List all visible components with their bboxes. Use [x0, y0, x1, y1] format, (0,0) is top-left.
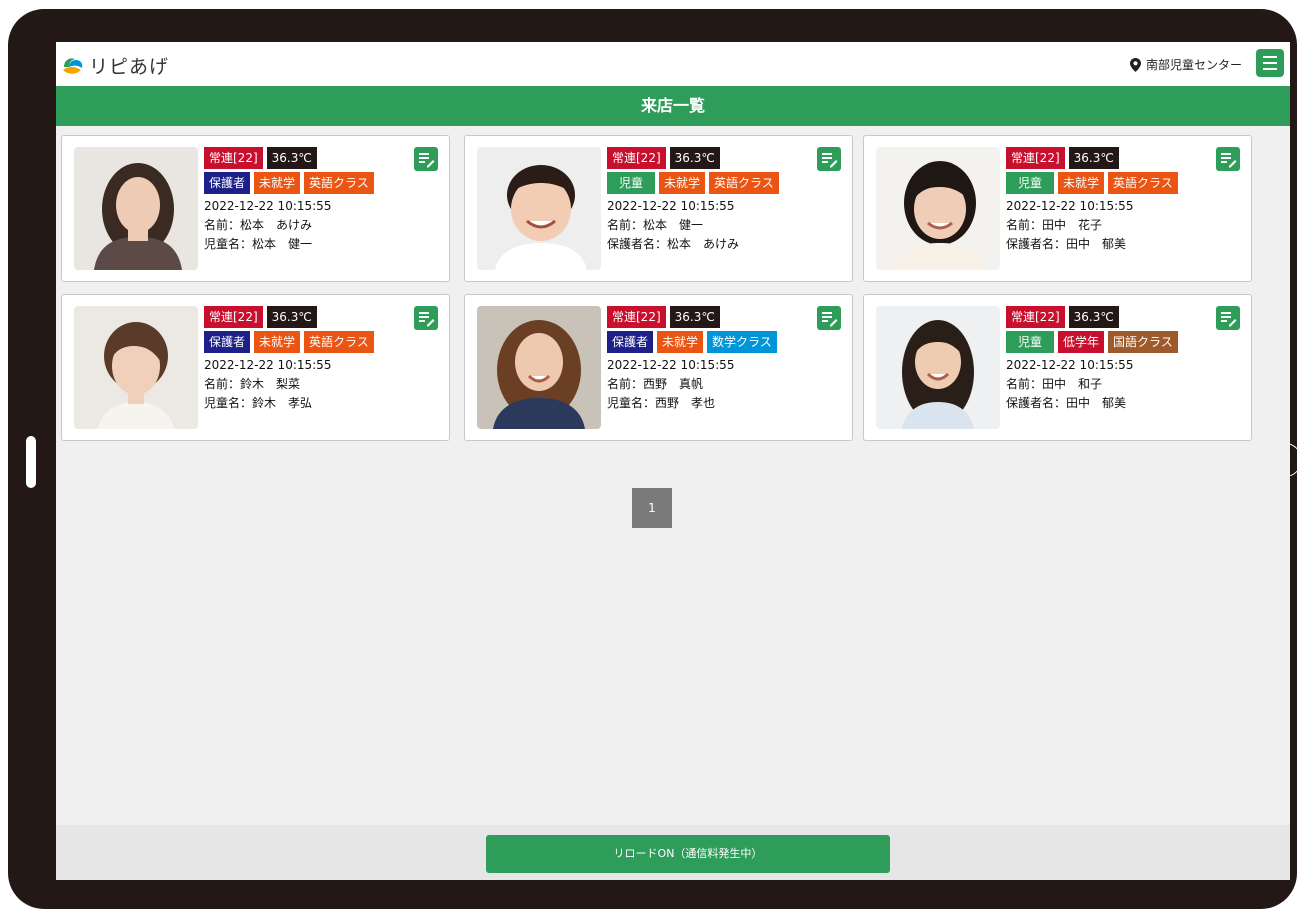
visit-card[interactable]: 常連[22] 36.3℃ 児童 未就学 英語クラス 2022-12-22 10:… [863, 135, 1252, 282]
visit-card[interactable]: 常連[22] 36.3℃ 保護者 未就学 英語クラス 2022-12-22 10… [61, 135, 450, 282]
app-screen: リピあげ 南部児童センター 来店一覧 常連[22] 36.3℃ 保護者 未就学 … [56, 42, 1290, 880]
related-person-name: 保護者名：松本 あけみ [607, 237, 740, 251]
person-type-badge: 児童 [1006, 331, 1055, 353]
class-badge: 英語クラス [304, 331, 374, 353]
visit-card[interactable]: 常連[22] 36.3℃ 児童 低学年 国語クラス 2022-12-22 10:… [863, 294, 1252, 441]
visit-datetime: 2022-12-22 10:15:55 [204, 358, 332, 372]
regular-visits-badge: 常連[22] [607, 306, 666, 328]
temperature-badge: 36.3℃ [266, 306, 317, 328]
temperature-badge: 36.3℃ [669, 306, 720, 328]
school-stage-badge: 未就学 [254, 172, 301, 194]
temperature-badge: 36.3℃ [1068, 147, 1119, 169]
related-person-name: 児童名：鈴木 孝弘 [204, 396, 313, 410]
person-type-badge: 保護者 [204, 331, 251, 353]
school-stage-badge: 低学年 [1058, 331, 1105, 353]
page-title: 来店一覧 [56, 86, 1290, 126]
app-logo[interactable]: リピあげ [61, 52, 169, 79]
reload-toggle-button[interactable]: リロードON（通信料発生中） [486, 835, 890, 873]
visit-datetime: 2022-12-22 10:15:55 [204, 199, 332, 213]
related-person-name: 保護者名：田中 郁美 [1006, 237, 1127, 251]
regular-visits-badge: 常連[22] [607, 147, 666, 169]
edit-note-icon[interactable] [414, 306, 438, 330]
school-stage-badge: 未就学 [659, 172, 706, 194]
person-photo [477, 147, 601, 270]
visit-card[interactable]: 常連[22] 36.3℃ 保護者 未就学 数学クラス 2022-12-22 10… [464, 294, 853, 441]
edit-note-icon[interactable] [1216, 147, 1240, 171]
footer-bar: リロードON（通信料発生中） [56, 825, 1290, 880]
school-stage-badge: 未就学 [1058, 172, 1105, 194]
top-bar: リピあげ 南部児童センター [56, 42, 1290, 86]
regular-visits-badge: 常連[22] [1006, 306, 1065, 328]
side-button [26, 436, 36, 488]
related-person-name: 児童名：西野 孝也 [607, 396, 716, 410]
person-name: 名前：松本 あけみ [204, 218, 313, 232]
edit-note-icon[interactable] [414, 147, 438, 171]
regular-visits-badge: 常連[22] [204, 306, 263, 328]
class-badge: 英語クラス [1108, 172, 1178, 194]
person-type-badge: 保護者 [204, 172, 251, 194]
person-name: 名前：松本 健一 [607, 218, 704, 232]
person-photo [74, 306, 198, 429]
visit-datetime: 2022-12-22 10:15:55 [1006, 358, 1134, 372]
temperature-badge: 36.3℃ [1068, 306, 1119, 328]
class-badge: 国語クラス [1108, 331, 1178, 353]
related-person-name: 児童名：松本 健一 [204, 237, 313, 251]
edit-note-icon[interactable] [1216, 306, 1240, 330]
person-name: 名前：田中 和子 [1006, 377, 1103, 391]
person-photo [876, 306, 1000, 429]
visit-datetime: 2022-12-22 10:15:55 [607, 358, 735, 372]
temperature-badge: 36.3℃ [266, 147, 317, 169]
pagination-page-1[interactable]: 1 [632, 488, 672, 528]
edit-note-icon[interactable] [817, 147, 841, 171]
related-person-name: 保護者名：田中 郁美 [1006, 396, 1127, 410]
person-name: 名前：西野 真帆 [607, 377, 704, 391]
person-photo [477, 306, 601, 429]
regular-visits-badge: 常連[22] [204, 147, 263, 169]
regular-visits-badge: 常連[22] [1006, 147, 1065, 169]
map-pin-icon [1129, 57, 1141, 72]
person-photo [74, 147, 198, 270]
location-name: 南部児童センター [1145, 58, 1242, 72]
class-badge: 数学クラス [707, 331, 777, 353]
class-badge: 英語クラス [709, 172, 779, 194]
person-photo [876, 147, 1000, 270]
logo-text: リピあげ [89, 56, 170, 78]
person-type-badge: 保護者 [607, 331, 654, 353]
hamburger-menu-icon[interactable] [1256, 49, 1284, 77]
visit-card[interactable]: 常連[22] 36.3℃ 児童 未就学 英語クラス 2022-12-22 10:… [464, 135, 853, 282]
school-stage-badge: 未就学 [254, 331, 301, 353]
school-stage-badge: 未就学 [657, 331, 704, 353]
person-name: 名前：鈴木 梨菜 [204, 377, 301, 391]
logo-icon [63, 57, 83, 74]
person-type-badge: 児童 [607, 172, 656, 194]
class-badge: 英語クラス [304, 172, 374, 194]
person-name: 名前：田中 花子 [1006, 218, 1103, 232]
location-indicator: 南部児童センター [1129, 56, 1242, 73]
visit-datetime: 2022-12-22 10:15:55 [1006, 199, 1134, 213]
temperature-badge: 36.3℃ [669, 147, 720, 169]
visit-card[interactable]: 常連[22] 36.3℃ 保護者 未就学 英語クラス 2022-12-22 10… [61, 294, 450, 441]
person-type-badge: 児童 [1006, 172, 1055, 194]
visit-datetime: 2022-12-22 10:15:55 [607, 199, 735, 213]
edit-note-icon[interactable] [817, 306, 841, 330]
